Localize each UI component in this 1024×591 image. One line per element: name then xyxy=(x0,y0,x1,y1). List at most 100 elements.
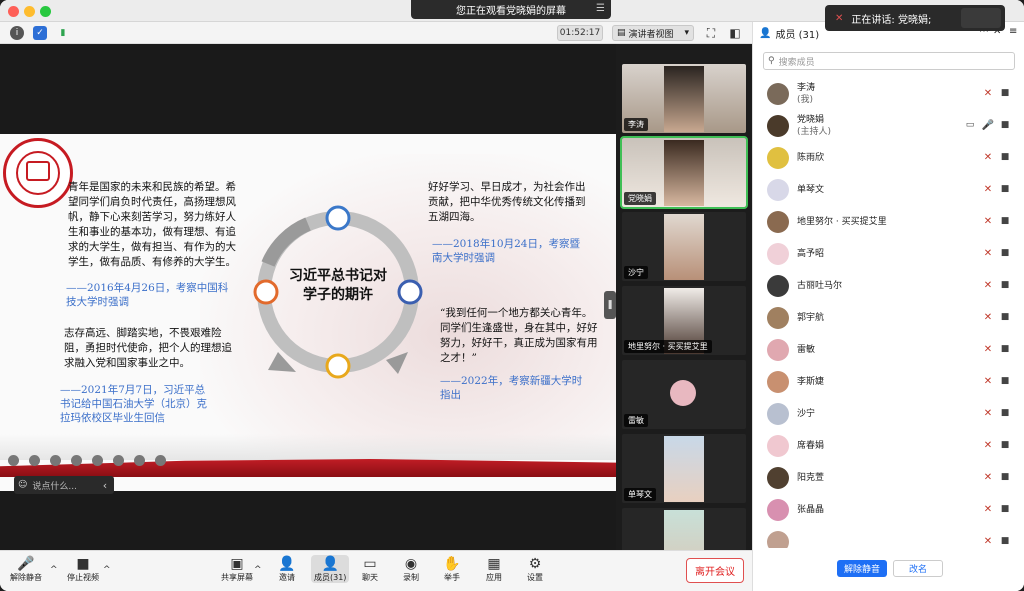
close-window-button[interactable] xyxy=(8,6,19,17)
sidebar-toggle-icon[interactable]: ◧ xyxy=(728,26,742,40)
zoom-icon[interactable] xyxy=(92,455,103,466)
members-icon: 👤 xyxy=(759,27,772,39)
video-tile[interactable]: 单琴文 xyxy=(622,434,746,503)
settings-button[interactable]: ⚙ 设置 xyxy=(526,555,544,583)
video-camera-icon[interactable]: ■ xyxy=(998,343,1012,355)
video-camera-icon[interactable]: ■ xyxy=(998,119,1012,131)
member-row[interactable]: 沙宁 ✕ ■ xyxy=(753,398,1024,430)
video-camera-icon[interactable]: ■ xyxy=(998,471,1012,483)
speaking-indicator: ✕ 正在讲话: 党晓娟; xyxy=(825,5,1005,31)
chat-placeholder: 说点什么... xyxy=(32,481,77,492)
member-name: 李斯婕 xyxy=(797,377,825,387)
member-row[interactable]: 郭宇航 ✕ ■ xyxy=(753,302,1024,334)
mic-muted-icon[interactable]: ✕ xyxy=(982,183,994,195)
emoji-icon[interactable]: ☺ xyxy=(18,480,27,490)
video-tile-active[interactable]: 党晓娟 xyxy=(620,136,748,209)
chevron-up-icon[interactable]: ^ xyxy=(254,565,262,575)
search-members-input[interactable]: ⚲ 搜索成员 xyxy=(763,52,1015,70)
share-screen-button[interactable]: ▣ 共享屏幕 xyxy=(221,555,253,583)
member-row[interactable]: 单琴文 ✕ ■ xyxy=(753,174,1024,206)
chevron-up-icon[interactable]: ^ xyxy=(50,565,58,575)
mic-muted-icon[interactable]: ✕ xyxy=(982,151,994,163)
collapse-gallery-button[interactable]: ❚ xyxy=(604,291,616,319)
mic-muted-icon[interactable]: ✕ xyxy=(982,439,994,451)
member-row[interactable]: 雷敏 ✕ ■ xyxy=(753,334,1024,366)
mic-muted-icon[interactable]: ✕ xyxy=(982,311,994,323)
video-camera-icon[interactable]: ■ xyxy=(998,503,1012,515)
mic-muted-icon[interactable]: ✕ xyxy=(982,279,994,291)
video-camera-icon[interactable]: ■ xyxy=(998,151,1012,163)
video-camera-icon[interactable]: ■ xyxy=(998,439,1012,451)
chat-button[interactable]: ▭ 聊天 xyxy=(361,555,379,583)
members-panel: 👤 成员 (31) ⋯ ✕ ≡ ⚲ 搜索成员 李涛 (我) ✕ ■ 党晓娟 (主持人) ▭ 🎤… xyxy=(752,22,1024,591)
raise-hand-button[interactable]: ✋ 举手 xyxy=(443,555,461,583)
member-name: 单琴文 xyxy=(797,185,825,195)
video-camera-icon[interactable]: ■ xyxy=(998,407,1012,419)
member-row[interactable]: 高予昭 ✕ ■ xyxy=(753,238,1024,270)
share-options-icon[interactable]: ☰ xyxy=(596,3,605,14)
member-name-block: 雷敏 xyxy=(797,344,815,356)
video-camera-icon[interactable]: ■ xyxy=(998,375,1012,387)
video-camera-icon[interactable]: ■ xyxy=(998,215,1012,227)
member-row[interactable]: 地里努尔 · 买买提艾里 ✕ ■ xyxy=(753,206,1024,238)
unmute-button[interactable]: 🎤 解除静音 xyxy=(10,555,42,583)
members-button[interactable]: 👤 成员(31) xyxy=(311,555,350,583)
avatar xyxy=(767,211,789,233)
mic-muted-icon[interactable]: ✕ xyxy=(982,343,994,355)
view-mode-dropdown[interactable]: ▤ 演讲者视图 ▾ xyxy=(612,25,694,41)
unmute-all-button[interactable]: 解除静音 xyxy=(837,560,887,577)
invite-button[interactable]: 👤 邀请 xyxy=(278,555,296,583)
leave-meeting-button[interactable]: 离开会议 xyxy=(686,558,744,583)
video-tile[interactable]: 雷敏 xyxy=(622,360,746,429)
video-tile[interactable]: 沙宁 xyxy=(622,212,746,281)
signal-icon[interactable]: ▮ xyxy=(56,26,70,40)
member-row[interactable]: 张晶晶 ✕ ■ xyxy=(753,494,1024,526)
member-row[interactable]: 席春娟 ✕ ■ xyxy=(753,430,1024,462)
mic-muted-icon[interactable]: ✕ xyxy=(982,535,994,547)
mic-muted-icon[interactable]: ✕ xyxy=(982,503,994,515)
member-row[interactable]: 古丽吐马尔 ✕ ■ xyxy=(753,270,1024,302)
video-tile[interactable] xyxy=(622,508,746,550)
more-icon[interactable] xyxy=(155,455,166,466)
chevron-left-icon[interactable]: ‹ xyxy=(96,476,114,494)
rename-button[interactable]: 改名 xyxy=(893,560,943,577)
prev-slide-icon[interactable] xyxy=(8,455,19,466)
mic-muted-icon[interactable]: ✕ xyxy=(982,87,994,99)
minimize-window-button[interactable] xyxy=(24,6,35,17)
video-tile[interactable]: 李涛 xyxy=(622,64,746,133)
highlighter-icon[interactable] xyxy=(71,455,82,466)
member-row[interactable]: 李涛 (我) ✕ ■ xyxy=(753,78,1024,110)
video-camera-icon[interactable]: ■ xyxy=(998,183,1012,195)
video-camera-icon[interactable]: ■ xyxy=(998,535,1012,547)
video-camera-icon[interactable]: ■ xyxy=(998,279,1012,291)
mic-muted-icon[interactable]: ✕ xyxy=(982,247,994,259)
member-row[interactable]: 陈雨欣 ✕ ■ xyxy=(753,142,1024,174)
next-slide-icon[interactable] xyxy=(29,455,40,466)
maximize-window-button[interactable] xyxy=(40,6,51,17)
member-row[interactable]: 党晓娟 (主持人) ▭ 🎤 ■ xyxy=(753,110,1024,142)
apps-button[interactable]: ▦ 应用 xyxy=(485,555,503,583)
stop-video-button[interactable]: ■ 停止视频 xyxy=(67,555,99,583)
member-row[interactable]: ✕ ■ xyxy=(753,526,1024,548)
mic-muted-icon[interactable]: ✕ xyxy=(982,407,994,419)
shield-icon[interactable]: ✓ xyxy=(33,26,47,40)
record-button[interactable]: ◉ 录制 xyxy=(402,555,420,583)
video-camera-icon[interactable]: ■ xyxy=(998,87,1012,99)
fullscreen-icon[interactable]: ⛶ xyxy=(704,26,718,40)
video-camera-icon[interactable]: ■ xyxy=(998,247,1012,259)
mic-muted-icon[interactable]: ✕ xyxy=(982,375,994,387)
chevron-up-icon[interactable]: ^ xyxy=(103,565,111,575)
video-tile[interactable]: 地里努尔 · 买买提艾里 xyxy=(622,286,746,355)
share-screen-label: 共享屏幕 xyxy=(221,573,253,582)
mic-muted-icon[interactable]: ✕ xyxy=(982,215,994,227)
member-row[interactable]: 李斯婕 ✕ ■ xyxy=(753,366,1024,398)
subtitle-icon[interactable] xyxy=(134,455,145,466)
member-row[interactable]: 阳克萱 ✕ ■ xyxy=(753,462,1024,494)
camera-icon[interactable] xyxy=(113,455,124,466)
mic-muted-icon[interactable]: ✕ xyxy=(982,471,994,483)
pen-icon[interactable] xyxy=(50,455,61,466)
mic-icon[interactable]: 🎤 xyxy=(982,119,994,131)
menu-icon[interactable]: ≡ xyxy=(1009,26,1017,37)
info-icon[interactable]: i xyxy=(10,26,24,40)
video-camera-icon[interactable]: ■ xyxy=(998,311,1012,323)
